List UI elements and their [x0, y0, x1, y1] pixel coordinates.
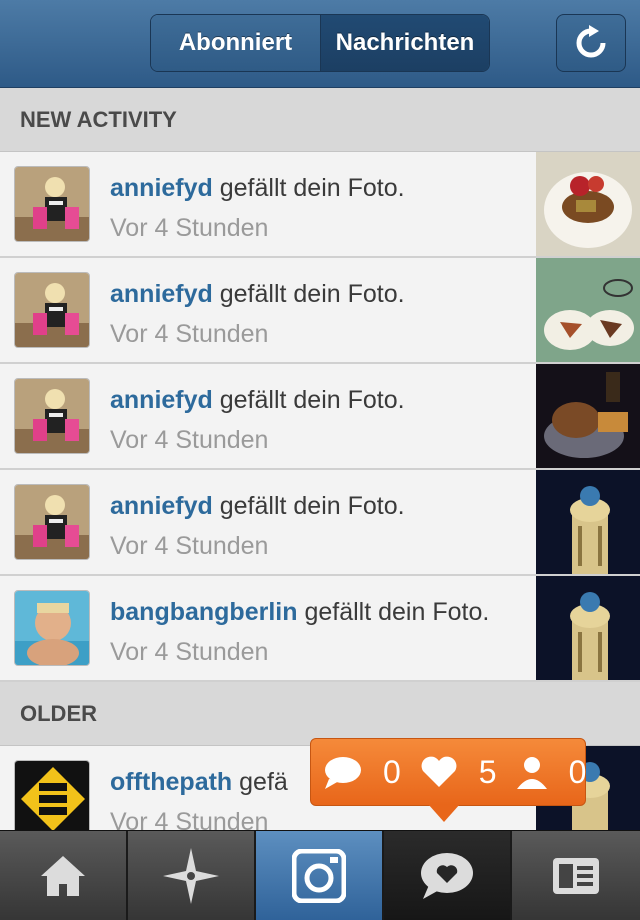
follower-count: 0	[568, 753, 587, 790]
activity-row[interactable]: anniefyd gefällt dein Foto. Vor 4 Stunde…	[0, 364, 640, 470]
timestamp: Vor 4 Stunden	[110, 320, 269, 348]
tab-nachrichten[interactable]: Nachrichten	[321, 15, 489, 71]
tab-abonniert[interactable]: Abonniert	[151, 15, 321, 71]
activity-text: anniefyd gefällt dein Foto. Vor 4 Stunde…	[110, 274, 520, 354]
tab-explore[interactable]	[128, 831, 256, 920]
timestamp: Vor 4 Stunden	[110, 532, 269, 560]
refresh-icon	[576, 25, 606, 58]
activity-action: gefällt dein Foto.	[219, 280, 405, 308]
tab-news[interactable]	[384, 831, 512, 920]
avatar[interactable]	[14, 590, 90, 666]
photo-thumbnail[interactable]	[536, 364, 640, 468]
username-link[interactable]: anniefyd	[110, 492, 213, 520]
timestamp: Vor 4 Stunden	[110, 638, 269, 666]
activity-action: gefällt dein Foto.	[304, 598, 490, 626]
comment-count: 0	[383, 753, 401, 790]
avatar[interactable]	[14, 484, 90, 560]
photo-thumbnail[interactable]	[536, 576, 640, 680]
segmented-control: Abonniert Nachrichten	[150, 14, 490, 72]
top-bar: Abonniert Nachrichten	[0, 0, 640, 88]
activity-action: gefällt dein Foto.	[219, 174, 405, 202]
avatar[interactable]	[14, 272, 90, 348]
username-link[interactable]: offthepath	[110, 768, 232, 796]
news-icon	[421, 853, 473, 899]
username-link[interactable]: anniefyd	[110, 174, 213, 202]
refresh-button[interactable]	[556, 14, 626, 72]
activity-action: gefä	[239, 768, 288, 796]
avatar[interactable]	[14, 760, 90, 836]
activity-notification-bubble[interactable]: 0 5 0	[310, 738, 586, 806]
activity-text: bangbangberlin gefällt dein Foto. Vor 4 …	[110, 592, 520, 672]
section-header-new-activity: NEW ACTIVITY	[0, 88, 640, 152]
follower-icon	[515, 755, 549, 789]
explore-icon	[163, 848, 219, 904]
activity-text: anniefyd gefällt dein Foto. Vor 4 Stunde…	[110, 486, 520, 566]
timestamp: Vor 4 Stunden	[110, 426, 269, 454]
photo-thumbnail[interactable]	[536, 470, 640, 574]
comment-icon	[323, 755, 363, 789]
avatar[interactable]	[14, 378, 90, 454]
camera-icon	[292, 849, 346, 903]
activity-row[interactable]: anniefyd gefällt dein Foto. Vor 4 Stunde…	[0, 258, 640, 364]
tab-profile[interactable]	[512, 831, 640, 920]
username-link[interactable]: anniefyd	[110, 386, 213, 414]
username-link[interactable]: anniefyd	[110, 280, 213, 308]
photo-thumbnail[interactable]	[536, 258, 640, 362]
tab-camera[interactable]	[256, 831, 384, 920]
activity-row[interactable]: anniefyd gefällt dein Foto. Vor 4 Stunde…	[0, 152, 640, 258]
like-count: 5	[478, 753, 497, 790]
activity-action: gefällt dein Foto.	[219, 492, 405, 520]
heart-icon	[419, 755, 459, 789]
activity-row[interactable]: bangbangberlin gefällt dein Foto. Vor 4 …	[0, 576, 640, 682]
avatar[interactable]	[14, 166, 90, 242]
activity-text: anniefyd gefällt dein Foto. Vor 4 Stunde…	[110, 168, 520, 248]
home-icon	[41, 856, 85, 896]
activity-text: anniefyd gefällt dein Foto. Vor 4 Stunde…	[110, 380, 520, 460]
bubble-tail	[428, 804, 460, 822]
photo-thumbnail[interactable]	[536, 152, 640, 256]
username-link[interactable]: bangbangberlin	[110, 598, 298, 626]
section-header-older: OLDER	[0, 682, 640, 746]
tab-home[interactable]	[0, 831, 128, 920]
tab-bar	[0, 830, 640, 920]
timestamp: Vor 4 Stunden	[110, 214, 269, 242]
profile-icon	[553, 858, 599, 894]
activity-action: gefällt dein Foto.	[219, 386, 405, 414]
activity-row[interactable]: anniefyd gefällt dein Foto. Vor 4 Stunde…	[0, 470, 640, 576]
